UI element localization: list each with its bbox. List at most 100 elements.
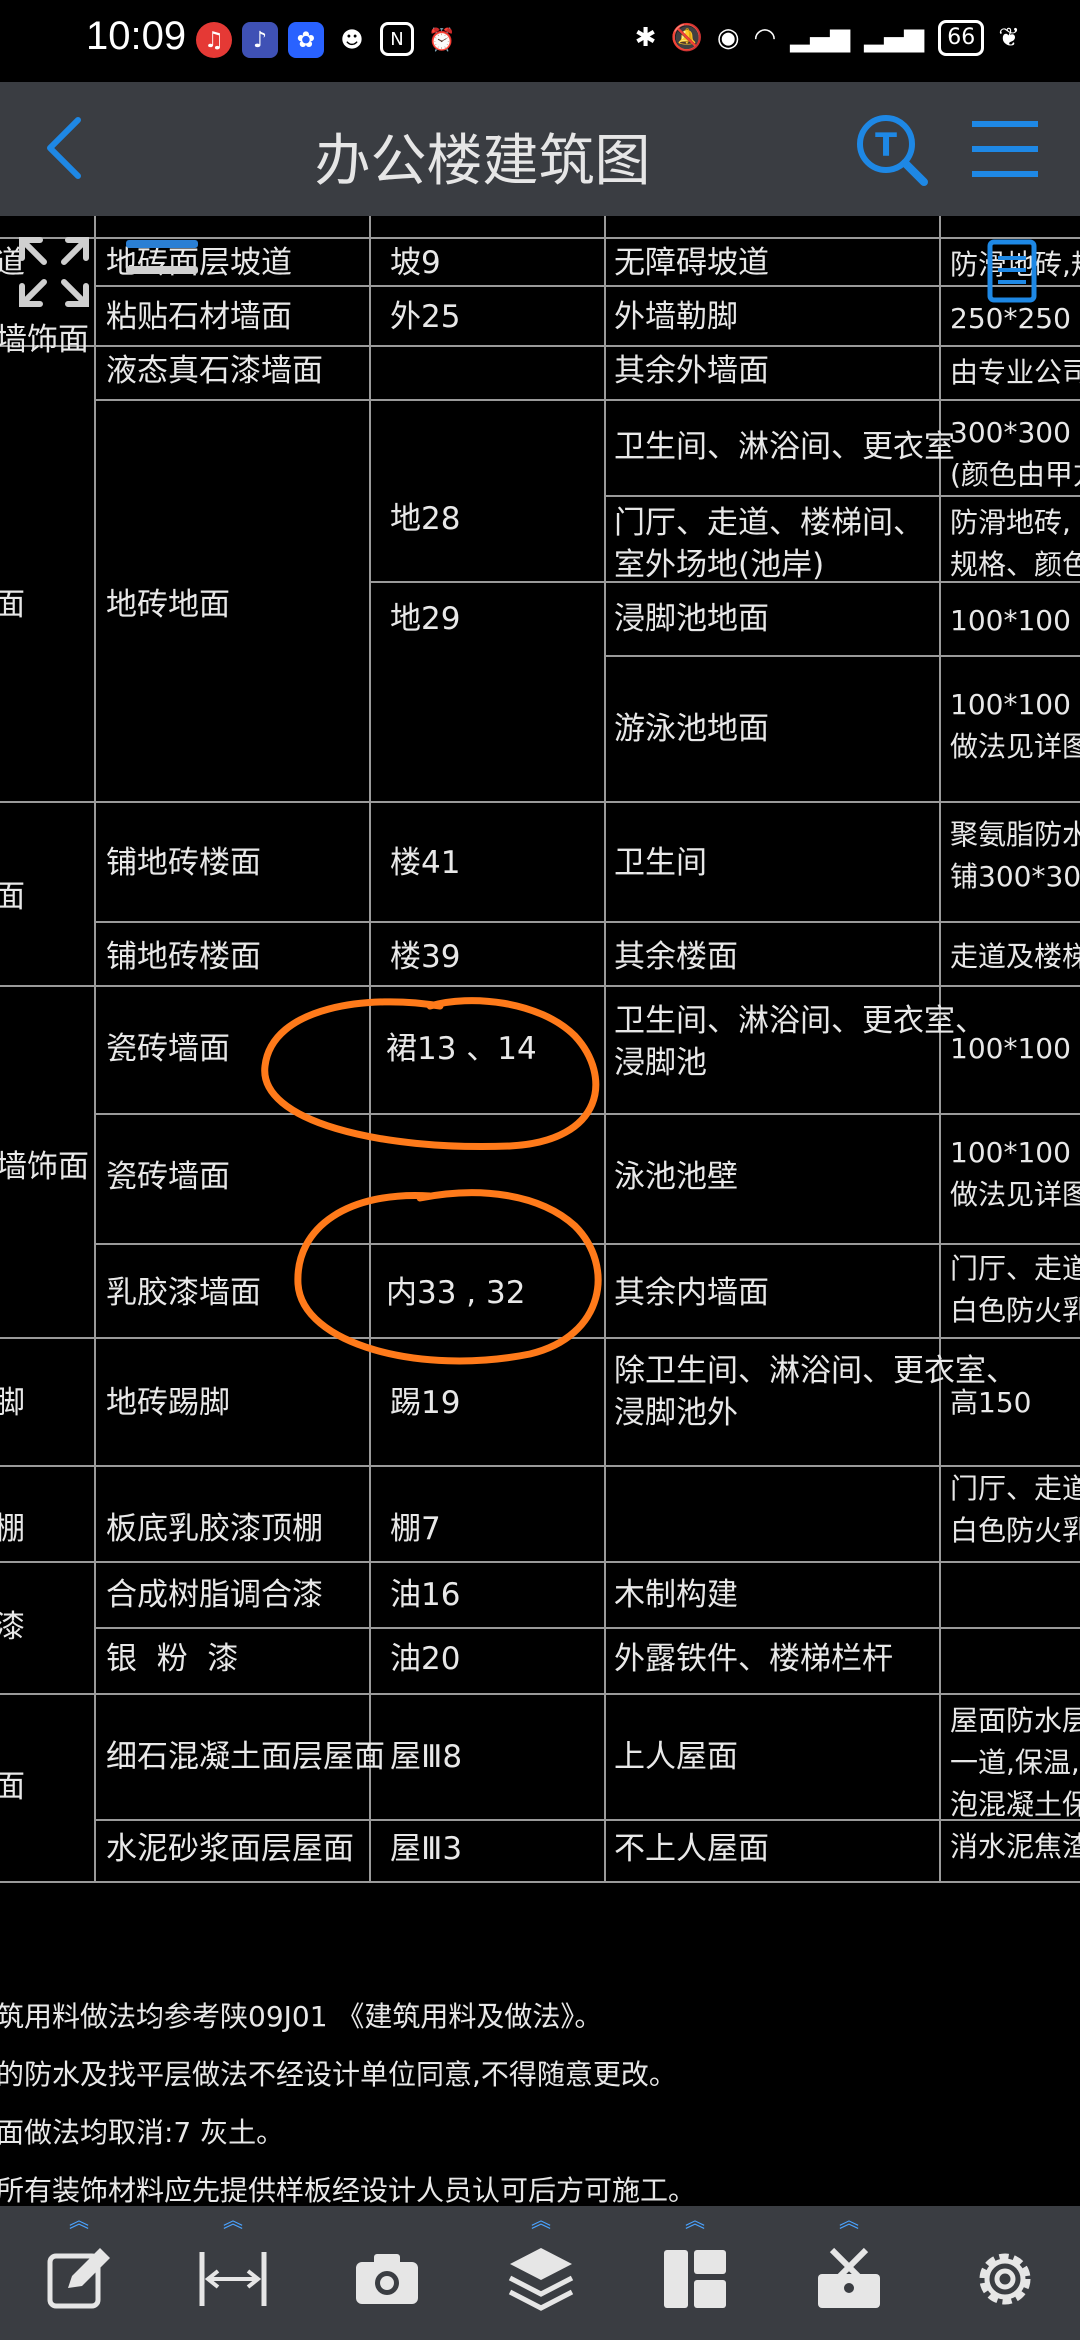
- table-cell: 100*100: [950, 1032, 1071, 1065]
- menu-button[interactable]: [968, 112, 1042, 186]
- svg-text:T: T: [875, 126, 897, 164]
- table-cell: 粘贴石材墙面: [106, 299, 292, 335]
- signal-4g-icon: ▂▄▆: [864, 23, 925, 53]
- expand-up-icon: ︽: [223, 2208, 243, 2232]
- baidu-icon: ✿: [288, 22, 324, 58]
- fullscreen-button[interactable]: [18, 236, 90, 308]
- note-line: 的防水及找平层做法不经设计单位同意,不得随意更改。: [0, 2058, 677, 2091]
- table-cell: 外25: [390, 299, 461, 335]
- table-cell: 上人屋面: [614, 1739, 738, 1775]
- table-cell: 乳胶漆墙面: [106, 1275, 261, 1311]
- app-header: 办公楼建筑图 T: [0, 82, 1080, 216]
- table-cell: 游泳池地面: [614, 711, 769, 747]
- layers-icon: [508, 2248, 574, 2311]
- document-button[interactable]: [980, 236, 1050, 320]
- table-cell: 外墙勒脚: [614, 299, 738, 335]
- document-icon: [987, 239, 1037, 303]
- table-cell: 100*100 做法见详图: [950, 688, 1080, 763]
- table-cell: 100*100: [950, 604, 1071, 637]
- table-cell: 防滑地砖, 规格、颜色: [950, 506, 1080, 581]
- table-cell: 屋面防水层 一道,保温, 泡混凝土保 消水泥焦渣: [950, 1704, 1080, 1863]
- camera-icon: [356, 2254, 418, 2304]
- layout-icon: [664, 2250, 726, 2308]
- nfc-icon: N: [380, 22, 414, 56]
- drawing-canvas[interactable]: 道 墙饰面 面 面 墙饰面 脚 棚 漆 面 地砖面层坡道 粘贴石材墙面 液态真石…: [0, 216, 1080, 2206]
- bottom-toolbar: ︽ ︽ ︽ ︽ ︽: [0, 2206, 1080, 2340]
- leaf-icon: ❦: [998, 23, 1020, 53]
- toolbox-button[interactable]: ︽: [794, 2206, 904, 2340]
- table-cell: 油20: [390, 1641, 461, 1677]
- table-cell: 内33 , 32: [386, 1275, 526, 1311]
- layout-button[interactable]: ︽: [640, 2206, 750, 2340]
- drag-handle[interactable]: [122, 238, 202, 278]
- table-cell: 板底乳胶漆顶棚: [106, 1511, 323, 1547]
- table-cell: 其余内墙面: [614, 1275, 769, 1311]
- layers-button[interactable]: ︽: [486, 2206, 596, 2340]
- table-cell: 楼41: [390, 845, 461, 881]
- mute-icon: 🔕: [670, 23, 703, 53]
- page-title: 办公楼建筑图: [314, 129, 651, 194]
- table-cell: 水泥砂浆面层屋面: [106, 1831, 354, 1867]
- annotate-button[interactable]: ︽: [24, 2206, 134, 2340]
- table-cell: 屋Ⅲ3: [390, 1831, 463, 1867]
- netease-music-icon: ♫: [196, 22, 232, 58]
- table-cell: 油16: [390, 1577, 461, 1613]
- table-cell: 踢19: [390, 1385, 461, 1421]
- table-cell: 铺地砖楼面: [106, 845, 261, 881]
- measure-icon: [199, 2252, 267, 2306]
- note-line: 面做法均取消:7 灰土。: [0, 2116, 285, 2149]
- camera-button[interactable]: [332, 2206, 442, 2340]
- table-cell: 棚7: [390, 1511, 441, 1547]
- qq-icon: ☻: [340, 27, 364, 53]
- table-cell: 聚氨脂防水 铺300*300: [950, 818, 1080, 893]
- settings-button[interactable]: [950, 2206, 1060, 2340]
- table-cell: 浸脚池地面: [614, 601, 769, 637]
- expand-up-icon: ︽: [685, 2208, 705, 2232]
- table-cell: 不上人屋面: [614, 1831, 769, 1867]
- toolbox-icon: [818, 2247, 880, 2308]
- table-cell: 漆: [0, 1609, 25, 1645]
- table-cell: 瓷砖墙面: [106, 1159, 230, 1195]
- table-cell: 无障碍坡道: [614, 245, 769, 281]
- hotspot-icon: ◉: [716, 23, 740, 53]
- table-cell: 墙饰面: [0, 1149, 89, 1185]
- table-cell: 卫生间、淋浴间、更衣室: [614, 429, 955, 465]
- table-cell: 300*300 (颜色由甲方: [950, 416, 1080, 491]
- expand-up-icon: ︽: [839, 2208, 859, 2232]
- table-cell: 门厅、走道 白色防火乳: [950, 1472, 1080, 1547]
- table-cell: 细石混凝土面层屋面: [106, 1739, 385, 1775]
- table-cell: 瓷砖墙面: [106, 1031, 230, 1067]
- text-search-button[interactable]: T: [852, 110, 932, 190]
- table-cell: 高150: [950, 1386, 1032, 1419]
- note-line: 所有装饰材料应先提供样板经设计人员认可后方可施工。: [0, 2174, 697, 2206]
- table-cell: 液态真石漆墙面: [106, 353, 323, 389]
- table-cell: 地砖地面: [106, 587, 230, 623]
- handle-bars-icon: [126, 240, 198, 274]
- notification-icons: ♫ ♪ ✿ ☻ N ⏰: [196, 22, 460, 58]
- table-cell: 合成树脂调合漆: [106, 1577, 323, 1613]
- alarm-icon: ⏰: [428, 27, 456, 53]
- system-icons: ✱ 🔕 ◉ ◠ ▂▄▆ ▂▄▆ 66 ❦: [635, 20, 1020, 56]
- table-cell: 地28: [390, 501, 461, 537]
- text-search-icon: T: [857, 115, 928, 186]
- expand-up-icon: ︽: [69, 2208, 89, 2232]
- table-cell: 木制构建: [614, 1577, 738, 1613]
- table-cell: 地砖踢脚: [106, 1385, 230, 1421]
- expand-up-icon: ︽: [531, 2208, 551, 2232]
- measure-button[interactable]: ︽: [178, 2206, 288, 2340]
- edit-icon: [47, 2248, 110, 2309]
- wifi-icon: ◠: [753, 23, 777, 53]
- bluetooth-icon: ✱: [634, 23, 657, 53]
- status-time: 10:09: [86, 14, 187, 58]
- table-cell: 泳池池壁: [614, 1159, 738, 1195]
- battery-indicator: 66: [938, 20, 985, 56]
- table-cell: 100*100 做法见详图: [950, 1136, 1080, 1211]
- table-cell: 铺地砖楼面: [106, 939, 261, 975]
- table-cell: 地29: [390, 601, 461, 637]
- table-cell: 走道及楼梯: [950, 940, 1080, 973]
- table-cell: 门厅、走道 白色防火乳: [950, 1252, 1080, 1327]
- table-cell: 墙饰面: [0, 322, 89, 358]
- table-cell: 卫生间、淋浴间、更衣室、 浸脚池: [614, 1003, 986, 1081]
- table-cell: 楼39: [390, 939, 461, 975]
- table-cell: 门厅、走道、楼梯间、 室外场地(池岸): [614, 505, 924, 583]
